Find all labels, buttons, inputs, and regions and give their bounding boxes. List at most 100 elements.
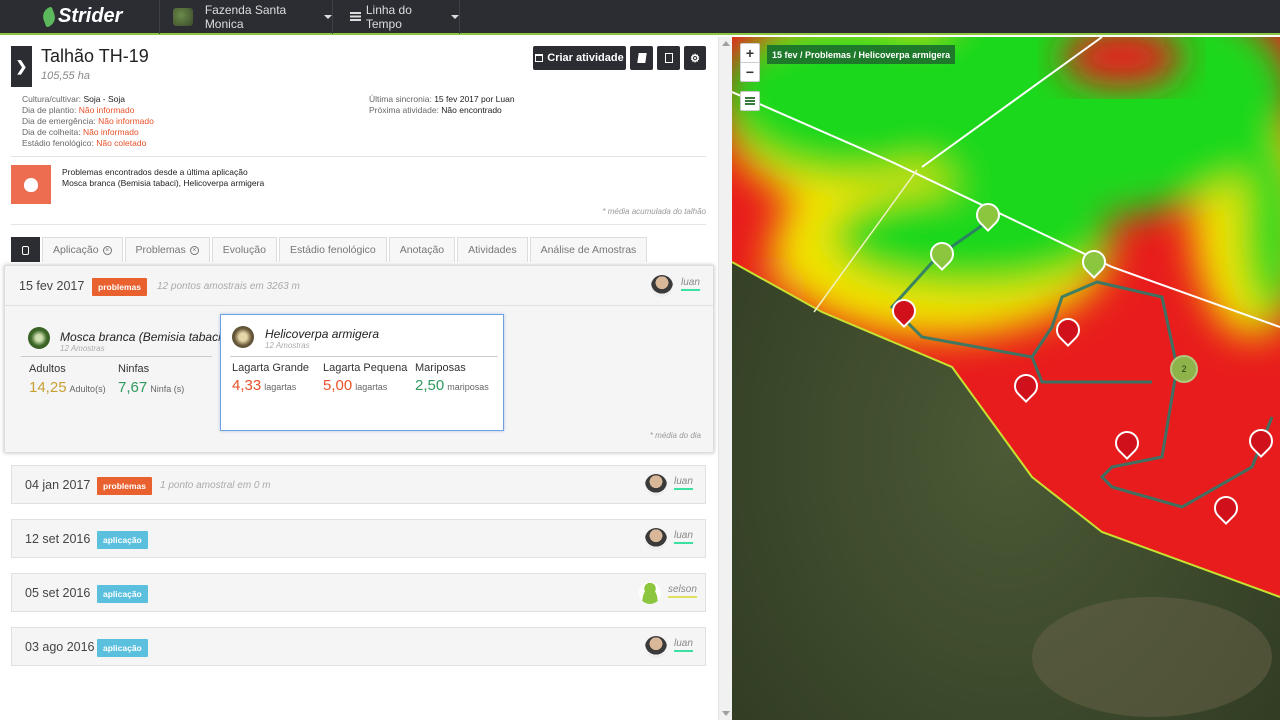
problems-alert: Problemas encontrados desde a última apl… [62, 167, 264, 189]
next-activity-row: Próxima atividade: Não encontrado [369, 105, 515, 116]
timeline-row[interactable]: 12 set 2016 aplicação luan [11, 519, 706, 558]
user-name[interactable]: selson [668, 584, 697, 598]
timeline-date: 05 set 2016 [25, 586, 91, 600]
problems-alert-title: Problemas encontrados desde a última apl… [62, 167, 248, 177]
report-button[interactable] [657, 46, 680, 70]
tab-sample-analysis[interactable]: Análise de Amostras [529, 237, 648, 262]
map-view[interactable]: 2 [732, 37, 1280, 720]
metric-label: Mariposas [415, 362, 466, 374]
next-activity-label: Próxima atividade: [369, 105, 439, 115]
settings-button[interactable]: ⚙ [684, 46, 706, 70]
user-name[interactable]: luan [674, 638, 693, 652]
timeline-card-header[interactable]: 15 fev 2017 problemas 12 pontos amostrai… [5, 266, 713, 306]
scroll-up-arrow-icon[interactable] [722, 41, 730, 46]
notebook-button[interactable] [630, 46, 653, 70]
culture-value: Soja - Soja [83, 94, 126, 104]
culture-label: Cultura/cultivar: [22, 94, 82, 104]
emergence-row: Dia de emergência: Não informado [22, 116, 154, 127]
harvest-value: Não informado [82, 127, 139, 137]
create-activity-button[interactable]: Criar atividade [533, 46, 626, 70]
helicoverpa-thumbnail [232, 326, 254, 348]
emergence-label: Dia de emergência: [22, 116, 96, 126]
view-selector[interactable]: Linha do Tempo [333, 0, 460, 34]
field-title: Talhão TH-19 [41, 46, 149, 66]
metric-label: Ninfas [118, 363, 150, 375]
user-name[interactable]: luan [674, 530, 693, 544]
create-activity-label: Criar atividade [547, 52, 624, 64]
metric-number: 14,25 [29, 379, 67, 396]
sync-label: Última sincronia: [369, 94, 432, 104]
timeline-date: 03 ago 2016 [25, 640, 95, 654]
phenology-row: Estádio fenológico: Não coletado [22, 138, 154, 149]
farm-name: Fazenda Santa Monica [204, 2, 287, 31]
chevron-right-icon: ❯ [15, 58, 28, 74]
zoom-in-button[interactable]: + [740, 43, 760, 63]
user-avatar [651, 275, 673, 297]
timeline-row[interactable]: 04 jan 2017 problemas 1 ponto amostral e… [11, 465, 706, 504]
calendar-icon [535, 54, 544, 62]
phenology-label: Estádio fenológico: [22, 138, 94, 148]
layers-icon [745, 97, 755, 105]
metric-unit: mariposas [447, 382, 489, 392]
user-name[interactable]: luan [674, 476, 693, 490]
gear-icon: ⚙ [690, 52, 700, 65]
layers-button[interactable] [740, 91, 760, 111]
metric-unit: lagartas [355, 382, 388, 392]
tab-application[interactable]: Aplicação × [42, 237, 123, 262]
bug-icon [24, 177, 38, 192]
timeline-card-expanded[interactable]: 15 fev 2017 problemas 12 pontos amostrai… [4, 265, 714, 453]
zoom-out-button[interactable]: − [740, 62, 760, 82]
tab-label: Evolução [222, 244, 266, 256]
divider [11, 224, 706, 225]
tab-label: Atividades [468, 244, 517, 256]
metric-number: 5,00 [323, 377, 353, 394]
phenology-value: Não coletado [96, 138, 147, 148]
map-breadcrumb: 15 fev / Problemas / Helicoverpa armiger… [767, 45, 956, 64]
close-circle-icon[interactable]: × [102, 245, 112, 255]
file-icon [664, 53, 673, 63]
metric-value: 4,33 lagartas [232, 377, 296, 394]
metric-label: Lagarta Pequena [323, 362, 408, 374]
expand-panel-button[interactable]: ❯ [11, 46, 32, 87]
culture-row: Cultura/cultivar: Soja - Soja [22, 94, 154, 105]
metric-value: 7,67 Ninfa (s) [118, 379, 184, 396]
metric-label: Adultos [29, 363, 66, 375]
metric-label: Lagarta Grande [232, 362, 310, 374]
brand-logo[interactable]: Strider [0, 0, 160, 34]
leaf-icon [40, 6, 58, 28]
marker-cluster[interactable]: 2 [1170, 355, 1198, 383]
metric-number: 2,50 [415, 377, 445, 394]
divider [11, 156, 706, 157]
user-name[interactable]: luan [681, 277, 700, 291]
field-average-note: * média acumulada do talhão [602, 207, 706, 216]
sample-meta: 12 pontos amostrais em 3263 m [157, 281, 300, 292]
tab-notes[interactable]: Anotação [388, 237, 456, 262]
metric-unit: Ninfa (s) [150, 384, 185, 394]
tab-phenology[interactable]: Estádio fenológico [278, 237, 387, 262]
status-badge: aplicação [97, 531, 148, 549]
scroll-down-arrow-icon[interactable] [722, 711, 730, 716]
circle-minus-icon [22, 245, 29, 255]
pest-card-selected[interactable]: Helicoverpa armigera 12 Amostras Lagarta… [220, 314, 504, 431]
tab-activities[interactable]: Atividades [457, 237, 528, 262]
whitefly-thumbnail [28, 327, 50, 349]
panel-scrollbar[interactable] [718, 37, 732, 720]
timeline-row[interactable]: 05 set 2016 aplicação selson [11, 573, 706, 612]
emergence-value: Não informado [98, 116, 154, 126]
tab-all[interactable] [11, 237, 40, 262]
metric-value: 2,50 mariposas [415, 377, 489, 394]
timeline-row[interactable]: 03 ago 2016 aplicação luan [11, 627, 706, 666]
farm-selector[interactable]: Fazenda Santa Monica [160, 0, 333, 34]
user-avatar [645, 528, 667, 550]
caret-down-icon [324, 14, 332, 19]
tab-evolution[interactable]: Evolução [211, 237, 277, 262]
divider [21, 356, 212, 357]
metric-unit: lagartas [264, 382, 297, 392]
sync-value: 15 fev 2017 por Luan [434, 94, 515, 104]
metric-value: 5,00 lagartas [323, 377, 387, 394]
close-circle-icon[interactable]: × [189, 245, 199, 255]
next-activity-value: Não encontrado [441, 105, 502, 115]
user-avatar [645, 636, 667, 658]
metric-number: 4,33 [232, 377, 262, 394]
tab-problems[interactable]: Problemas × [124, 237, 210, 262]
